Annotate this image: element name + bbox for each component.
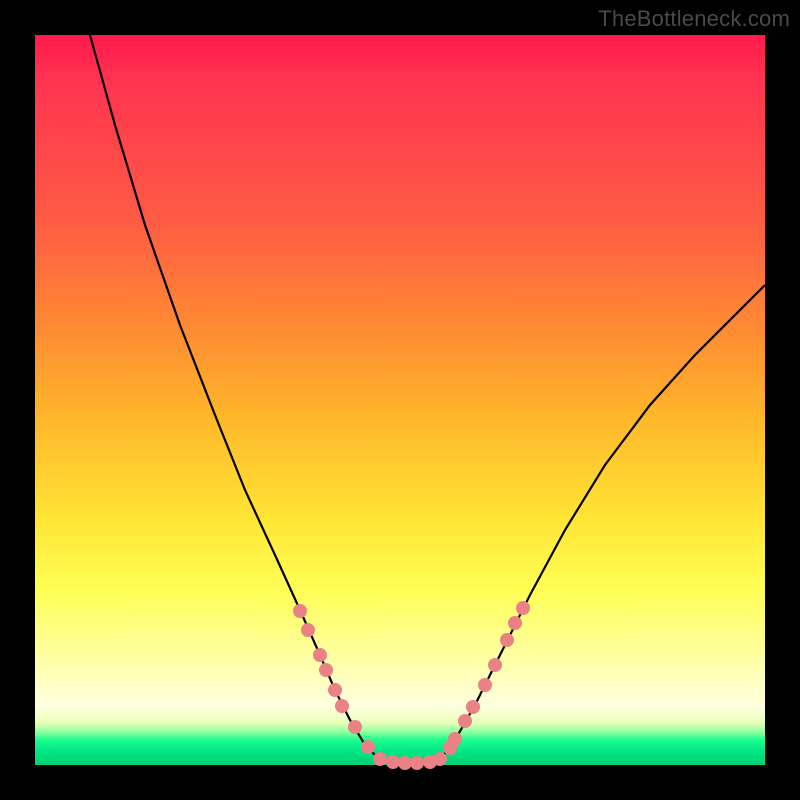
right-dots-point [478,678,492,692]
left-dots-point [313,648,327,662]
right-dots-point [466,700,480,714]
right-dots-point [500,633,514,647]
right-dots-point [516,601,530,615]
left-dots-point [301,623,315,637]
plot-area [35,35,765,765]
right-dots-point [448,732,462,746]
left-dots-point [335,699,349,713]
watermark-text: TheBottleneck.com [598,6,790,32]
curve-svg [35,35,765,765]
left-dots-point [293,604,307,618]
right-dots-point [508,616,522,630]
left-dots-point [386,755,400,769]
left-dots-point [361,740,375,754]
chart-frame: TheBottleneck.com [0,0,800,800]
left-dots-point [410,756,424,770]
right-dots-point [458,714,472,728]
left-dots-point [398,756,412,770]
curve-left [90,35,380,760]
left-dots-point [328,683,342,697]
left-dots-point [348,720,362,734]
left-dots-point [373,752,387,766]
right-dots-point [488,658,502,672]
left-dots-point [433,752,447,766]
marker-layer [293,601,530,770]
left-dots-point [319,663,333,677]
